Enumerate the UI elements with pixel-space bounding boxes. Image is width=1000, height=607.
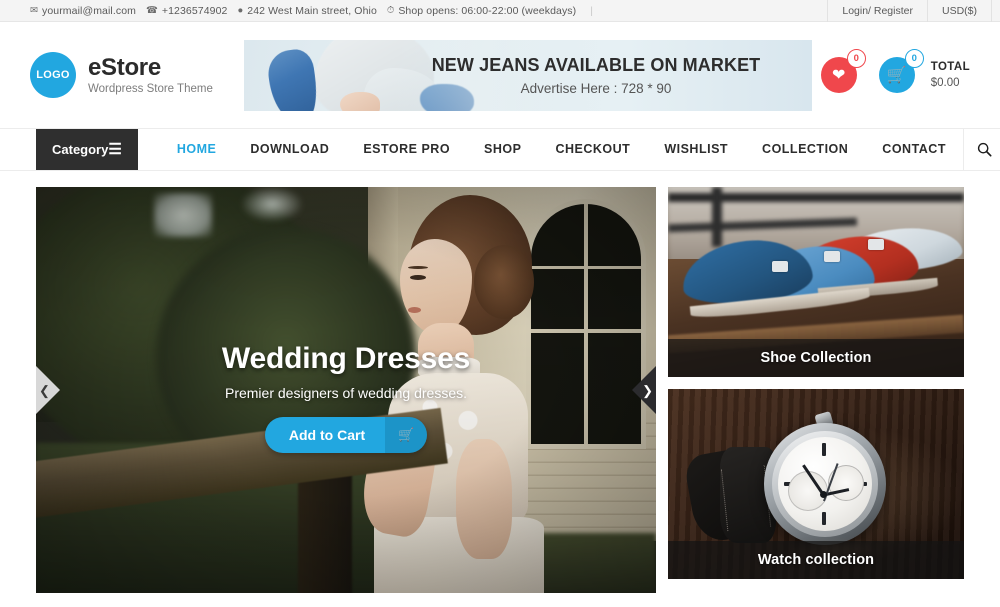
category-card-shoe-label: Shoe Collection (668, 339, 964, 377)
top-info-bar: ✉ yourmail@mail.com ☎ +1236574902 ● 242 … (0, 0, 1000, 22)
top-bar-divider: | (590, 4, 593, 17)
nav-item-estore-pro[interactable]: ESTORE PRO (346, 129, 467, 170)
phone-icon: ☎ (146, 4, 158, 16)
currency-selector[interactable]: USD($) (928, 0, 991, 22)
nav-link-list: HOME DOWNLOAD ESTORE PRO SHOP CHECKOUT W… (138, 129, 963, 170)
banner-subtitle: Advertise Here : 728 * 90 (520, 80, 672, 96)
nav-item-shop[interactable]: SHOP (467, 129, 538, 170)
nav-item-checkout[interactable]: CHECKOUT (538, 129, 647, 170)
top-bar-hours-text: Shop opens: 06:00-22:00 (weekdays) (398, 4, 577, 17)
brand-name: eStore (88, 53, 161, 81)
hero-add-to-cart-button[interactable]: Add to Cart 🛒 (264, 417, 428, 453)
top-bar-contact-group: ✉ yourmail@mail.com ☎ +1236574902 ● 242 … (30, 5, 827, 17)
header-actions: ❤ 0 🛒 0 TOTAL $0.00 (820, 49, 970, 93)
hero-title: Wedding Dresses (221, 342, 471, 375)
slider-prev-button[interactable]: ❮ (36, 366, 60, 414)
nav-item-home[interactable]: HOME (160, 129, 234, 170)
chevron-left-icon: ❮ (39, 383, 50, 398)
advertisement-banner[interactable]: NEW JEANS AVAILABLE ON MARKET Advertise … (244, 39, 812, 111)
top-bar-phone[interactable]: ☎ +1236574902 (146, 5, 227, 17)
separator (991, 0, 992, 22)
shopping-cart-icon: 🛒 (385, 417, 428, 453)
top-bar-account-group: Login/ Register USD($) (827, 0, 992, 22)
hero-caption: Wedding Dresses Premier designers of wed… (36, 342, 656, 453)
shopping-cart-icon: 🛒 (886, 67, 907, 84)
hero-add-to-cart-label: Add to Cart (264, 417, 386, 453)
logo-icon: LOGO (30, 52, 76, 98)
login-register-link[interactable]: Login/ Register (828, 0, 927, 22)
top-bar-hours: ⏱ Shop opens: 06:00-22:00 (weekdays) (387, 5, 576, 17)
category-label: Category (52, 142, 109, 157)
category-card-shoe[interactable]: Shoe Collection (668, 187, 964, 377)
top-bar-email[interactable]: ✉ yourmail@mail.com (30, 5, 136, 17)
category-menu-button[interactable]: Category ☰ (36, 129, 138, 170)
category-card-list: Shoe Collection Watch collection (668, 187, 964, 593)
slider-next-button[interactable]: ❯ (632, 366, 656, 414)
hamburger-icon: ☰ (108, 141, 122, 158)
main-navigation: Category ☰ HOME DOWNLOAD ESTORE PRO SHOP… (0, 128, 1000, 171)
brand-text-block: eStore Wordpress Store Theme (88, 55, 213, 95)
cart-button[interactable]: 🛒 0 (878, 49, 924, 93)
logo-text: LOGO (36, 69, 70, 81)
cart-total-label: TOTAL (930, 61, 970, 73)
banner-text-block: NEW JEANS AVAILABLE ON MARKET Advertise … (386, 55, 806, 96)
top-bar-address: ● 242 West Main street, Ohio (238, 5, 377, 17)
hero-subtitle: Premier designers of wedding dresses. (224, 385, 467, 401)
nav-item-contact[interactable]: CONTACT (865, 129, 963, 170)
top-bar-address-text: 242 West Main street, Ohio (247, 4, 377, 17)
envelope-icon: ✉ (30, 4, 38, 16)
main-content: Wedding Dresses Premier designers of wed… (0, 171, 1000, 593)
search-button[interactable] (962, 129, 1000, 170)
banner-title: NEW JEANS AVAILABLE ON MARKET (431, 54, 761, 75)
top-bar-email-text: yourmail@mail.com (41, 4, 137, 17)
category-card-watch-label: Watch collection (668, 541, 964, 579)
nav-item-collection[interactable]: COLLECTION (745, 129, 865, 170)
brand-logo[interactable]: LOGO eStore Wordpress Store Theme (30, 52, 242, 98)
nav-item-download[interactable]: DOWNLOAD (233, 129, 346, 170)
cart-total-value: $0.00 (930, 77, 960, 89)
hero-slider[interactable]: Wedding Dresses Premier designers of wed… (36, 187, 656, 593)
brand-tagline: Wordpress Store Theme (88, 83, 213, 96)
site-header: LOGO eStore Wordpress Store Theme NEW JE… (0, 22, 1000, 128)
wishlist-count-badge: 0 (846, 49, 866, 68)
heart-icon: ❤ (832, 67, 846, 84)
nav-action-group: x (962, 129, 1000, 170)
chevron-right-icon: ❯ (642, 383, 653, 398)
category-card-watch[interactable]: Watch collection (668, 389, 964, 579)
search-icon (977, 142, 992, 157)
cart-total: TOTAL $0.00 (931, 61, 970, 89)
cart-count-badge: 0 (904, 49, 924, 68)
top-bar-phone-text: +1236574902 (161, 4, 228, 17)
nav-item-wishlist[interactable]: WISHLIST (647, 129, 745, 170)
map-marker-icon: ● (237, 4, 244, 16)
clock-icon: ⏱ (386, 4, 395, 16)
wishlist-button[interactable]: ❤ 0 (820, 49, 866, 93)
